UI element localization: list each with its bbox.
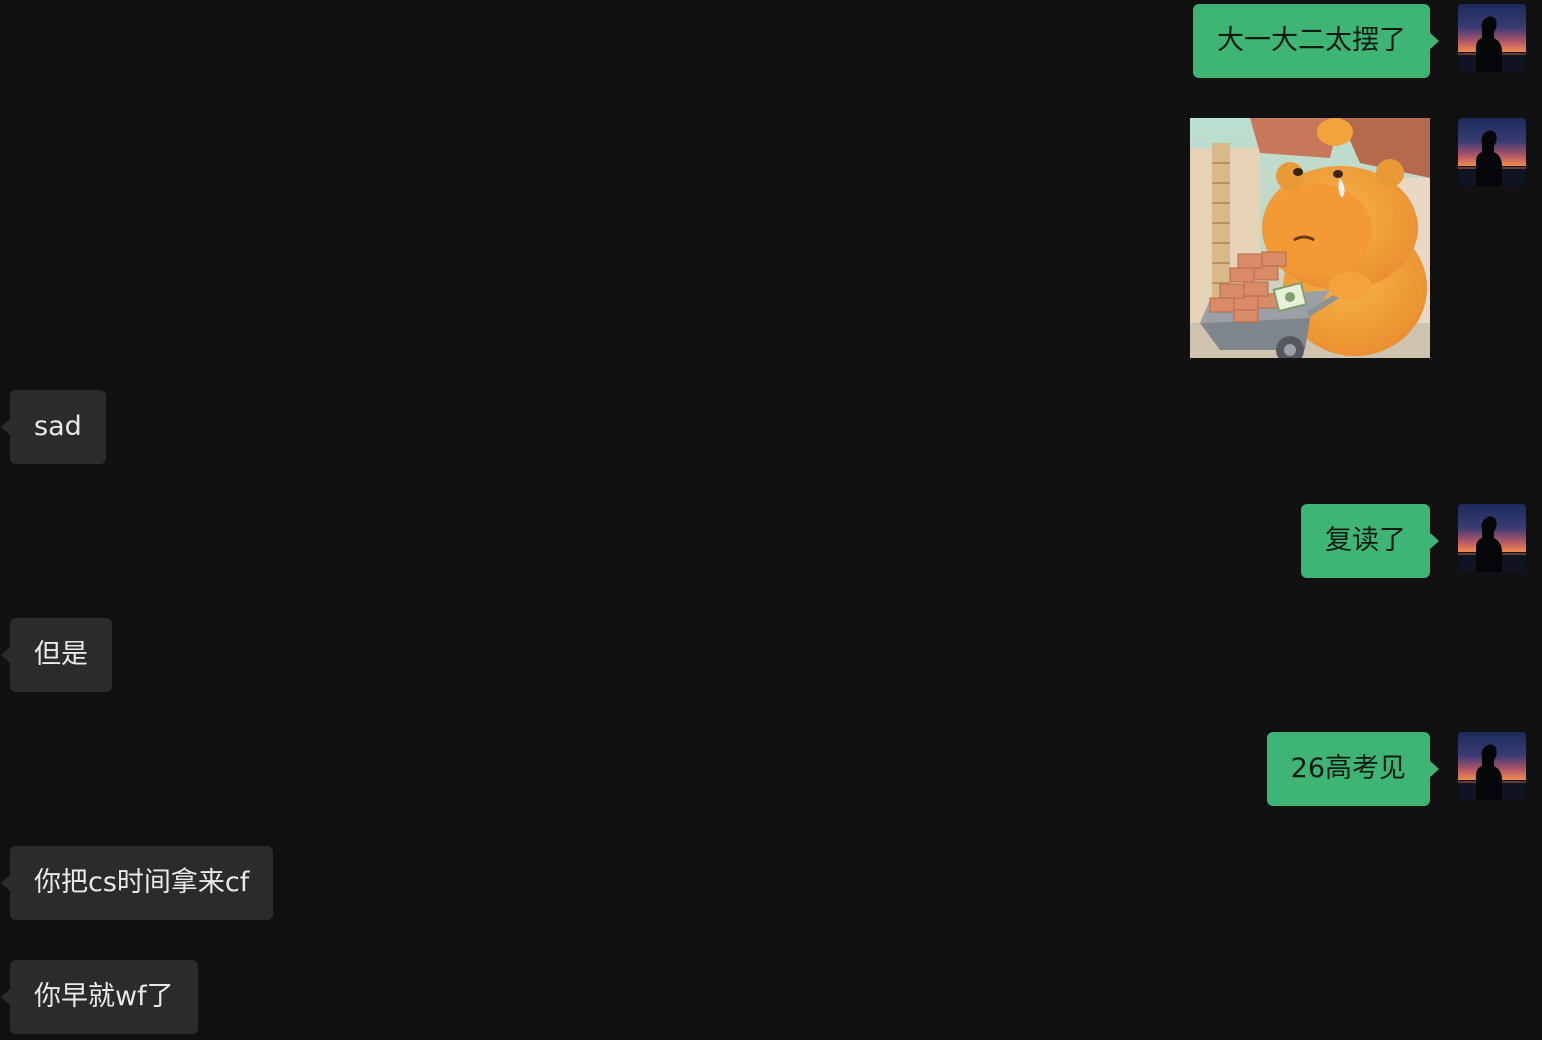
message-bubble-outgoing[interactable]: 大一大二太摆了 [1193, 4, 1439, 78]
sticker-image[interactable] [1190, 118, 1430, 358]
avatar-icon[interactable] [1458, 504, 1526, 572]
avatar-icon[interactable] [1458, 118, 1526, 186]
message-row-outgoing: 大一大二太摆了 [0, 4, 1542, 78]
message-row-outgoing [0, 118, 1542, 358]
message-bubble-outgoing[interactable]: 复读了 [1301, 504, 1439, 578]
message-bubble-incoming[interactable]: 你早就wf了 [1, 960, 198, 1034]
message-bubble-outgoing[interactable]: 26高考见 [1266, 732, 1440, 806]
message-row-outgoing: 复读了 [0, 504, 1542, 578]
message-row-incoming: 但是 [0, 618, 1542, 692]
message-bubble-incoming[interactable]: 你把cs时间拿来cf [0, 846, 274, 920]
message-bubble-incoming[interactable]: 但是 [1, 618, 112, 692]
avatar-icon[interactable] [1458, 4, 1526, 72]
avatar-icon[interactable] [1458, 732, 1526, 800]
chat-message-list: 大一大二太摆了 sad 复读了 但是 26高考见 你把cs时间拿来cf 你早就w… [0, 0, 1542, 1040]
message-bubble-incoming[interactable]: sad [1, 390, 106, 464]
message-row-incoming: sad [0, 390, 1542, 464]
message-row-incoming: 你把cs时间拿来cf [0, 846, 1542, 920]
message-row-outgoing: 26高考见 [0, 732, 1542, 806]
message-row-incoming: 你早就wf了 [0, 960, 1542, 1034]
